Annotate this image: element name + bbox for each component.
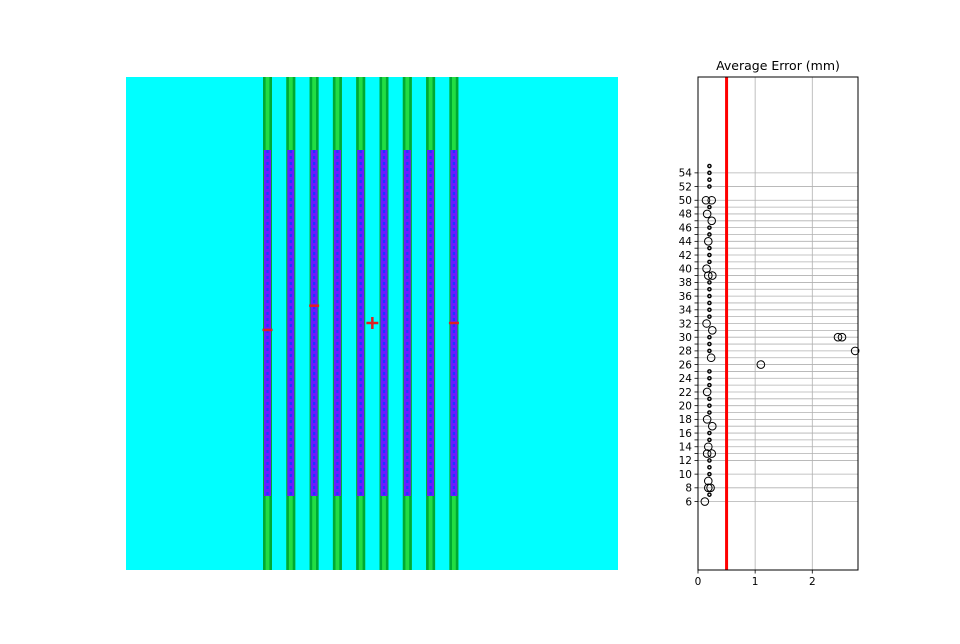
fiber-strip <box>426 77 436 570</box>
y-tick-label: 12 <box>679 455 692 467</box>
fiber-strip <box>379 77 389 570</box>
y-tick-label: 46 <box>679 222 693 234</box>
y-tick-label: 8 <box>685 483 692 495</box>
y-tick-label: 44 <box>679 236 693 248</box>
y-tick-label: 10 <box>679 469 692 481</box>
y-tick-label: 52 <box>679 181 692 193</box>
y-tick-label: 26 <box>679 359 693 371</box>
chart-title: Average Error (mm) <box>716 58 840 73</box>
y-tick-label: 22 <box>679 387 692 399</box>
y-tick-label: 32 <box>679 318 692 330</box>
y-tick-label: 18 <box>679 414 692 426</box>
y-tick-label: 24 <box>679 373 693 385</box>
y-tick-label: 30 <box>679 332 692 344</box>
fiber-strip <box>309 77 319 570</box>
image-panel <box>126 77 618 570</box>
y-tick-label: 36 <box>679 291 693 303</box>
fiber-strip <box>263 77 272 570</box>
y-tick-label: 14 <box>679 442 693 454</box>
error-chart-panel: Average Error (mm) 681012141618202224262… <box>679 58 860 588</box>
y-tick-label: 48 <box>679 209 692 221</box>
y-tick-label: 50 <box>679 195 692 207</box>
y-tick-label: 28 <box>679 346 692 358</box>
fiber-strip <box>402 77 412 570</box>
figure-canvas: Average Error (mm) 6 8 10 12 14 16 18 20 22 24 26 2… <box>0 0 960 640</box>
y-tick-label: 16 <box>679 428 693 440</box>
y-tick-label: 40 <box>679 264 692 276</box>
x-tick-label: 1 <box>752 576 759 588</box>
fiber-strip <box>332 77 342 570</box>
y-tick-label: 34 <box>679 305 693 317</box>
y-tick-label: 54 <box>679 168 693 180</box>
fiber-strip <box>356 77 366 570</box>
y-tick-label: 42 <box>679 250 692 262</box>
y-tick-label: 20 <box>679 400 692 412</box>
x-tick-label: 0 <box>695 576 702 588</box>
fiber-strip <box>286 77 296 570</box>
figure-svg: Average Error (mm) 681012141618202224262… <box>126 58 860 588</box>
y-tick-label: 6 <box>685 496 692 508</box>
x-tick-label: 2 <box>809 576 816 588</box>
y-tick-label: 38 <box>679 277 692 289</box>
